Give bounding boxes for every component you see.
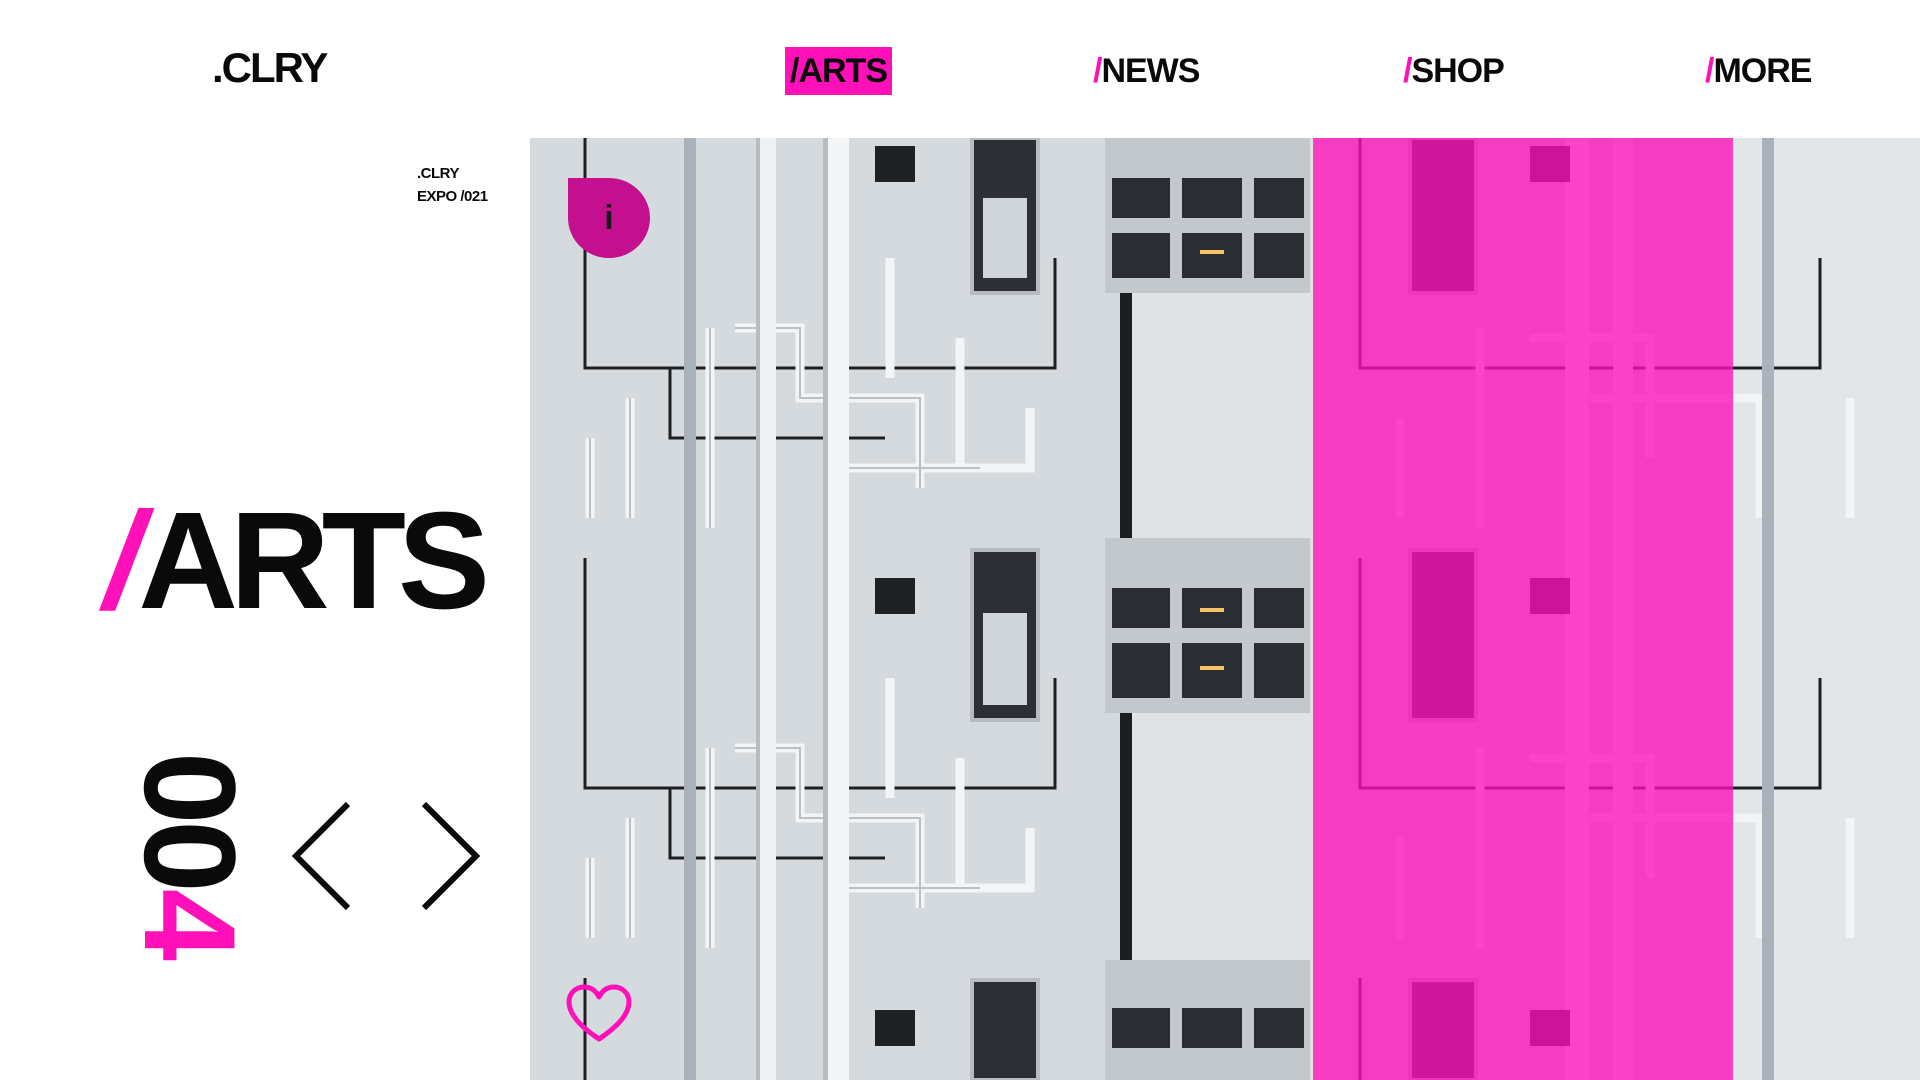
counter-accent: 4 <box>117 888 263 957</box>
meta-brand: .CLRY <box>417 165 459 182</box>
heart-icon <box>566 984 632 1042</box>
nav-slash: / <box>1705 51 1715 90</box>
nav-item-more[interactable]: / MORE <box>1700 47 1816 95</box>
nav-item-shop[interactable]: / SHOP <box>1398 47 1509 95</box>
nav-label-news: NEWS <box>1101 51 1200 90</box>
nav-label-more: MORE <box>1713 51 1812 90</box>
next-button[interactable] <box>412 800 482 912</box>
exhibition-meta: .CLRY EXPO /021 <box>417 162 488 208</box>
nav-item-news[interactable]: / NEWS <box>1088 47 1204 95</box>
like-button[interactable] <box>565 983 633 1045</box>
info-icon: i <box>604 198 614 237</box>
meta-expo: EXPO /021 <box>417 188 488 205</box>
building-facade-image <box>530 138 1920 1080</box>
page-title: / ARTS <box>104 484 490 638</box>
nav-item-arts[interactable]: / ARTS <box>785 47 893 95</box>
slide-counter: 004 <box>117 752 263 982</box>
prev-button[interactable] <box>290 800 360 912</box>
counter-digits: 004 <box>117 752 263 957</box>
nav-slash: / <box>1403 51 1413 90</box>
counter-main: 00 <box>117 752 263 889</box>
info-button[interactable]: i <box>568 178 650 258</box>
nav-label-shop: SHOP <box>1411 51 1504 90</box>
nav-slash: / <box>790 51 800 90</box>
main-nav: / ARTS / NEWS / SHOP / MORE <box>0 47 1920 97</box>
chevron-right-icon <box>421 801 481 911</box>
chevron-left-icon <box>291 801 351 911</box>
title-text: ARTS <box>138 484 490 638</box>
nav-label-arts: ARTS <box>798 51 888 90</box>
featured-artwork <box>530 138 1920 1080</box>
nav-slash: / <box>1093 51 1103 90</box>
title-slash: / <box>104 484 142 638</box>
